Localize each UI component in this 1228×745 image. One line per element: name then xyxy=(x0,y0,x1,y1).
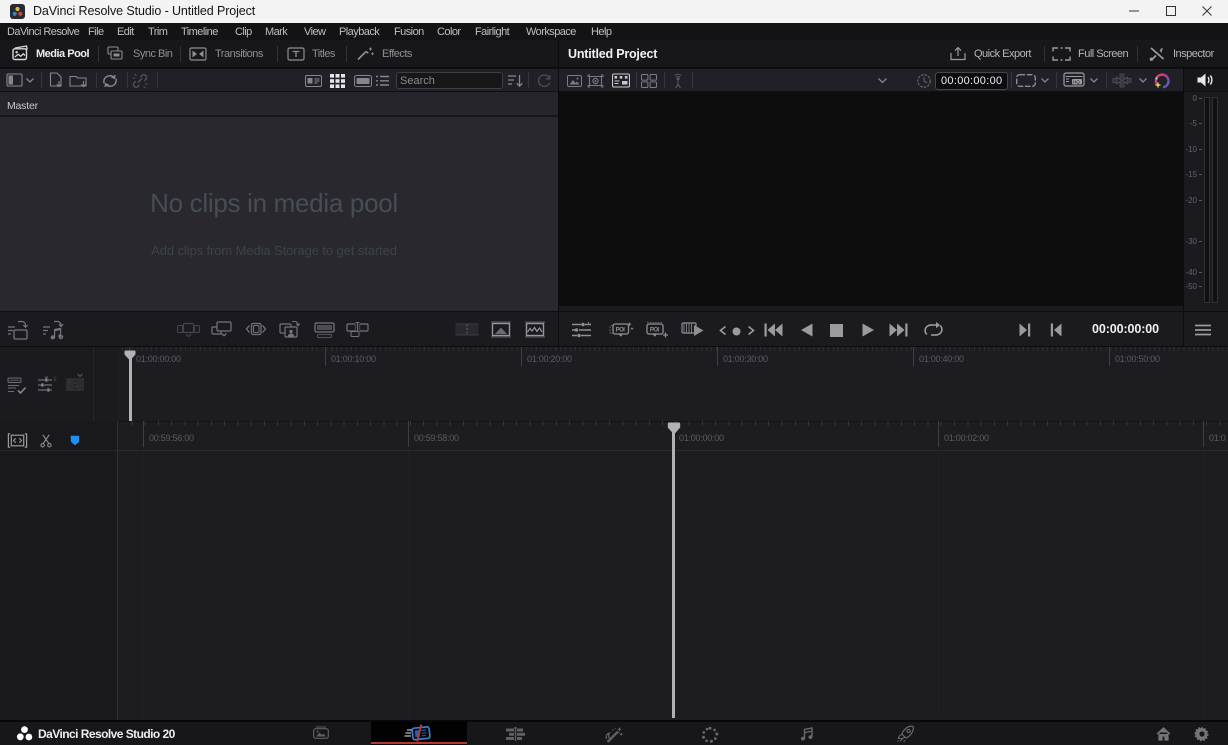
svg-text:POI: POI xyxy=(650,328,660,334)
svg-text:POI: POI xyxy=(616,328,626,334)
svg-text:HQ: HQ xyxy=(1073,80,1080,85)
